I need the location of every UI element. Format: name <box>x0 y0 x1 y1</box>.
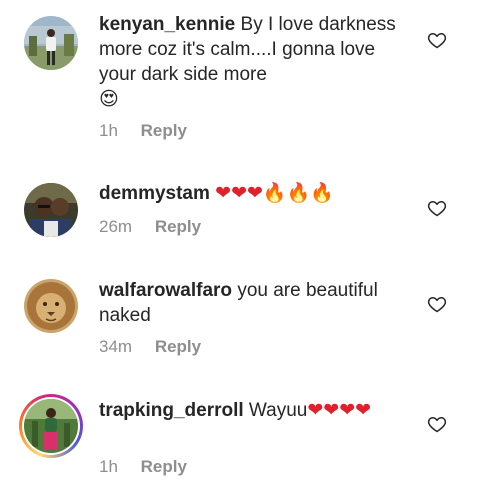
comment-meta: 1h Reply <box>99 121 187 141</box>
avatar-photo <box>24 279 78 333</box>
comment-username[interactable]: trapking_derroll <box>99 400 244 421</box>
comment-username[interactable]: demmystam <box>99 183 210 204</box>
comment-time: 1h <box>99 457 118 476</box>
comment-time: 34m <box>99 337 133 356</box>
comment-meta: 34m Reply <box>99 337 201 357</box>
comment-time: 1h <box>99 121 118 140</box>
comment-text: trapking_derroll Wayuu❤❤❤❤ <box>99 398 411 423</box>
avatar <box>24 399 78 453</box>
reply-button[interactable]: Reply <box>141 457 187 476</box>
comment-emoji: ❤❤❤🔥🔥🔥 <box>215 183 334 204</box>
comment-meta: 1h Reply <box>99 457 187 477</box>
comment-username[interactable]: kenyan_kennie <box>99 14 235 35</box>
comment-meta: 26m Reply <box>99 217 201 237</box>
comment-text: kenyan_kennie By I love darkness more co… <box>99 12 411 112</box>
avatar-photo <box>24 183 78 237</box>
reply-button[interactable]: Reply <box>155 337 201 356</box>
comment-emoji: 😍 <box>99 89 119 110</box>
reply-button[interactable]: Reply <box>141 121 187 140</box>
comment-body: Wayuu <box>243 400 308 421</box>
avatar[interactable] <box>24 16 78 70</box>
comment-text: walfarowalfaro you are beautiful naked <box>99 278 411 328</box>
avatar-photo <box>24 399 78 453</box>
like-heart-icon[interactable] <box>427 294 447 314</box>
like-heart-icon[interactable] <box>427 30 447 50</box>
avatar[interactable] <box>24 183 78 237</box>
comment-time: 26m <box>99 217 133 236</box>
story-ring-gap <box>22 397 80 455</box>
story-ring[interactable] <box>19 394 83 458</box>
comment-emoji: ❤❤❤❤ <box>307 400 372 421</box>
like-heart-icon[interactable] <box>427 198 447 218</box>
like-heart-icon[interactable] <box>427 414 447 434</box>
comment-username[interactable]: walfarowalfaro <box>99 280 232 301</box>
avatar-photo <box>24 16 78 70</box>
avatar[interactable] <box>24 279 78 333</box>
reply-button[interactable]: Reply <box>155 217 201 236</box>
comment-text: demmystam ❤❤❤🔥🔥🔥 <box>99 181 411 206</box>
